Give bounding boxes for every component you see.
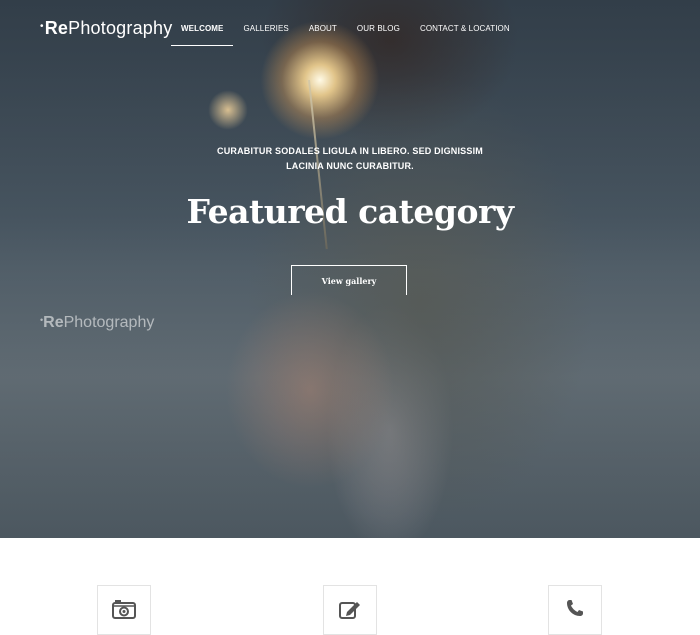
nav-item-contact-location[interactable]: CONTACT & LOCATION	[410, 16, 520, 46]
watermark-text: Photography	[63, 314, 155, 331]
hero-banner: •RePhotography WELCOME GALLERIES ABOUT O…	[0, 0, 700, 538]
hero-tagline-line1: CURABITUR SODALES LIGULA IN LIBERO. SED …	[217, 146, 483, 156]
feature-box-camera[interactable]	[97, 585, 151, 635]
hero-tagline-line2: LACINIA NUNC CURABITUR.	[286, 161, 414, 171]
edit-icon	[339, 602, 360, 619]
main-nav: WELCOME GALLERIES ABOUT OUR BLOG CONTACT…	[171, 16, 520, 46]
phone-icon	[567, 600, 583, 616]
nav-item-welcome[interactable]: WELCOME	[171, 16, 234, 46]
sparkler-spark	[208, 90, 248, 130]
view-gallery-button[interactable]: View gallery	[291, 265, 407, 295]
camera-icon	[112, 600, 136, 619]
watermark-bold-text: Re	[43, 314, 64, 331]
hero-heading: Featured category	[186, 192, 514, 231]
logo-mark: •	[40, 21, 44, 32]
logo-bold-text: Re	[44, 18, 69, 38]
nav-item-about[interactable]: ABOUT	[299, 16, 347, 46]
feature-box-phone[interactable]	[548, 585, 602, 635]
feature-box-edit[interactable]	[323, 585, 377, 635]
logo-watermark: •RePhotography	[40, 314, 154, 332]
nav-item-our-blog[interactable]: OUR BLOG	[347, 16, 410, 46]
nav-item-galleries[interactable]: GALLERIES	[233, 16, 298, 46]
logo-text: Photography	[68, 18, 173, 38]
hero-tagline: CURABITUR SODALES LIGULA IN LIBERO. SED …	[200, 144, 500, 174]
features-section	[0, 538, 700, 635]
site-logo[interactable]: •RePhotography	[40, 18, 172, 39]
